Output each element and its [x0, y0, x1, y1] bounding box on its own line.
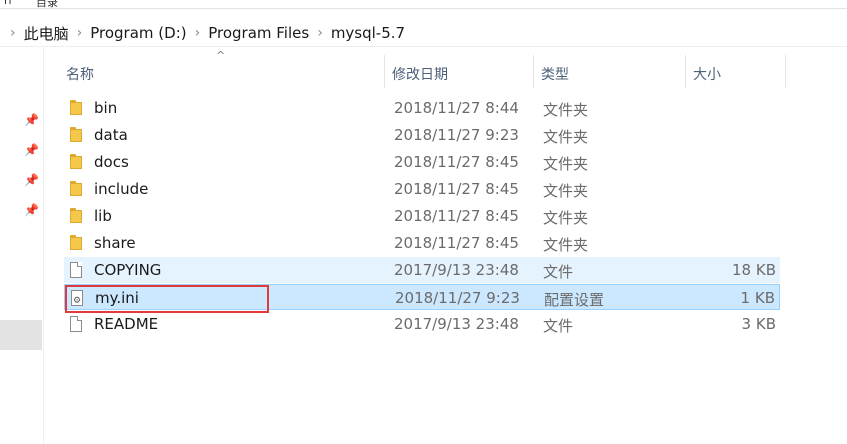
- breadcrumb-drive-d[interactable]: Program (D:): [90, 24, 186, 42]
- file-type: 文件: [543, 263, 574, 281]
- file-row-docs[interactable]: docs 2018/11/27 8:45 文件夹: [64, 149, 780, 175]
- breadcrumb: › 此电脑 › Program (D:) › Program Files › m…: [10, 22, 405, 44]
- file-type: 文件夹: [543, 182, 589, 200]
- column-header-row: ^ 名称 修改日期 类型 大小: [44, 47, 847, 97]
- file-type: 文件夹: [543, 209, 589, 227]
- column-separator[interactable]: [685, 55, 686, 88]
- file-name: COPYING: [94, 261, 162, 279]
- pin-icon[interactable]: 📌: [24, 203, 39, 217]
- file-list: ^ 名称 修改日期 类型 大小 bin 2018/11/27 8:44 文件夹 …: [44, 47, 847, 444]
- column-separator[interactable]: [785, 55, 786, 88]
- file-row-share[interactable]: share 2018/11/27 8:45 文件夹: [64, 230, 780, 256]
- chevron-right-icon[interactable]: ›: [77, 25, 83, 41]
- folder-icon: [70, 154, 84, 170]
- column-separator[interactable]: [384, 55, 385, 88]
- breadcrumb-program-files[interactable]: Program Files: [208, 24, 309, 42]
- file-name: include: [94, 180, 149, 198]
- folder-icon: [70, 127, 84, 143]
- breadcrumb-mysql[interactable]: mysql-5.7: [331, 24, 405, 42]
- file-row-readme[interactable]: README 2017/9/13 23:48 文件 3 KB: [64, 311, 780, 337]
- file-name: data: [94, 126, 128, 144]
- chevron-right-icon[interactable]: ›: [195, 25, 201, 41]
- file-row-copying[interactable]: COPYING 2017/9/13 23:48 文件 18 KB: [64, 257, 780, 283]
- chevron-right-icon[interactable]: ›: [317, 25, 323, 41]
- file-date: 2018/11/27 8:45: [394, 234, 519, 252]
- file-icon: [70, 262, 82, 278]
- navigation-pane: 📌 📌 📌 📌: [0, 47, 42, 444]
- file-date: 2017/9/13 23:48: [394, 315, 519, 333]
- file-icon: [70, 316, 82, 332]
- nav-selected-item[interactable]: [0, 320, 42, 350]
- file-type: 文件夹: [543, 128, 589, 146]
- file-date: 2018/11/27 8:44: [394, 99, 519, 117]
- pin-icon[interactable]: 📌: [24, 113, 39, 127]
- file-name: README: [94, 315, 159, 333]
- file-type: 文件: [543, 317, 574, 335]
- file-name: docs: [94, 153, 129, 171]
- column-header-type[interactable]: 类型: [541, 64, 569, 84]
- file-date: 2017/9/13 23:48: [394, 261, 519, 279]
- column-header-size[interactable]: 大小: [693, 64, 721, 84]
- file-row-lib[interactable]: lib 2018/11/27 8:45 文件夹: [64, 203, 780, 229]
- file-size: 3 KB: [741, 315, 776, 333]
- file-size: 1 KB: [740, 289, 775, 307]
- file-type: 文件夹: [543, 101, 589, 119]
- pin-icon[interactable]: 📌: [24, 173, 39, 187]
- folder-icon: [70, 181, 84, 197]
- folder-icon: [70, 208, 84, 224]
- chevron-right-icon[interactable]: ›: [10, 25, 16, 41]
- sort-ascending-icon: ^: [216, 49, 226, 62]
- file-date: 2018/11/27 8:45: [394, 153, 519, 171]
- file-type: 文件夹: [543, 155, 589, 173]
- file-name: lib: [94, 207, 112, 225]
- top-strip-left-text: ri: [4, 0, 12, 7]
- file-date: 2018/11/27 8:45: [394, 207, 519, 225]
- address-bar[interactable]: › 此电脑 › Program (D:) › Program Files › m…: [0, 18, 847, 47]
- file-row-include[interactable]: include 2018/11/27 8:45 文件夹: [64, 176, 780, 202]
- folder-icon: [70, 100, 84, 116]
- file-type: 配置设置: [544, 291, 605, 309]
- column-header-name[interactable]: 名称: [66, 64, 94, 84]
- file-name: bin: [94, 99, 118, 117]
- file-type: 文件夹: [543, 236, 589, 254]
- folder-icon: [70, 235, 84, 251]
- file-row-bin[interactable]: bin 2018/11/27 8:44 文件夹: [64, 95, 780, 121]
- pin-icon[interactable]: 📌: [24, 143, 39, 157]
- breadcrumb-this-pc[interactable]: 此电脑: [24, 23, 69, 44]
- column-separator[interactable]: [533, 55, 534, 88]
- file-size: 18 KB: [732, 261, 776, 279]
- file-date: 2018/11/27 9:23: [395, 289, 520, 307]
- window-top-strip: ri 目录: [0, 0, 847, 9]
- file-row-data[interactable]: data 2018/11/27 9:23 文件夹: [64, 122, 780, 148]
- file-date: 2018/11/27 8:45: [394, 180, 519, 198]
- file-date: 2018/11/27 9:23: [394, 126, 519, 144]
- file-name: share: [94, 234, 136, 252]
- column-header-date[interactable]: 修改日期: [392, 64, 448, 84]
- top-strip-right-text: 目录: [36, 0, 58, 9]
- highlight-annotation-box: [65, 285, 269, 313]
